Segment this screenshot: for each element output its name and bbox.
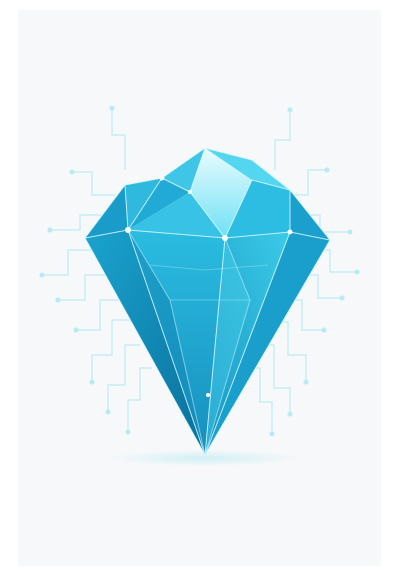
diamond-pavilion bbox=[85, 230, 330, 455]
image-canvas bbox=[0, 0, 399, 576]
diamond-illustration bbox=[39, 105, 360, 466]
